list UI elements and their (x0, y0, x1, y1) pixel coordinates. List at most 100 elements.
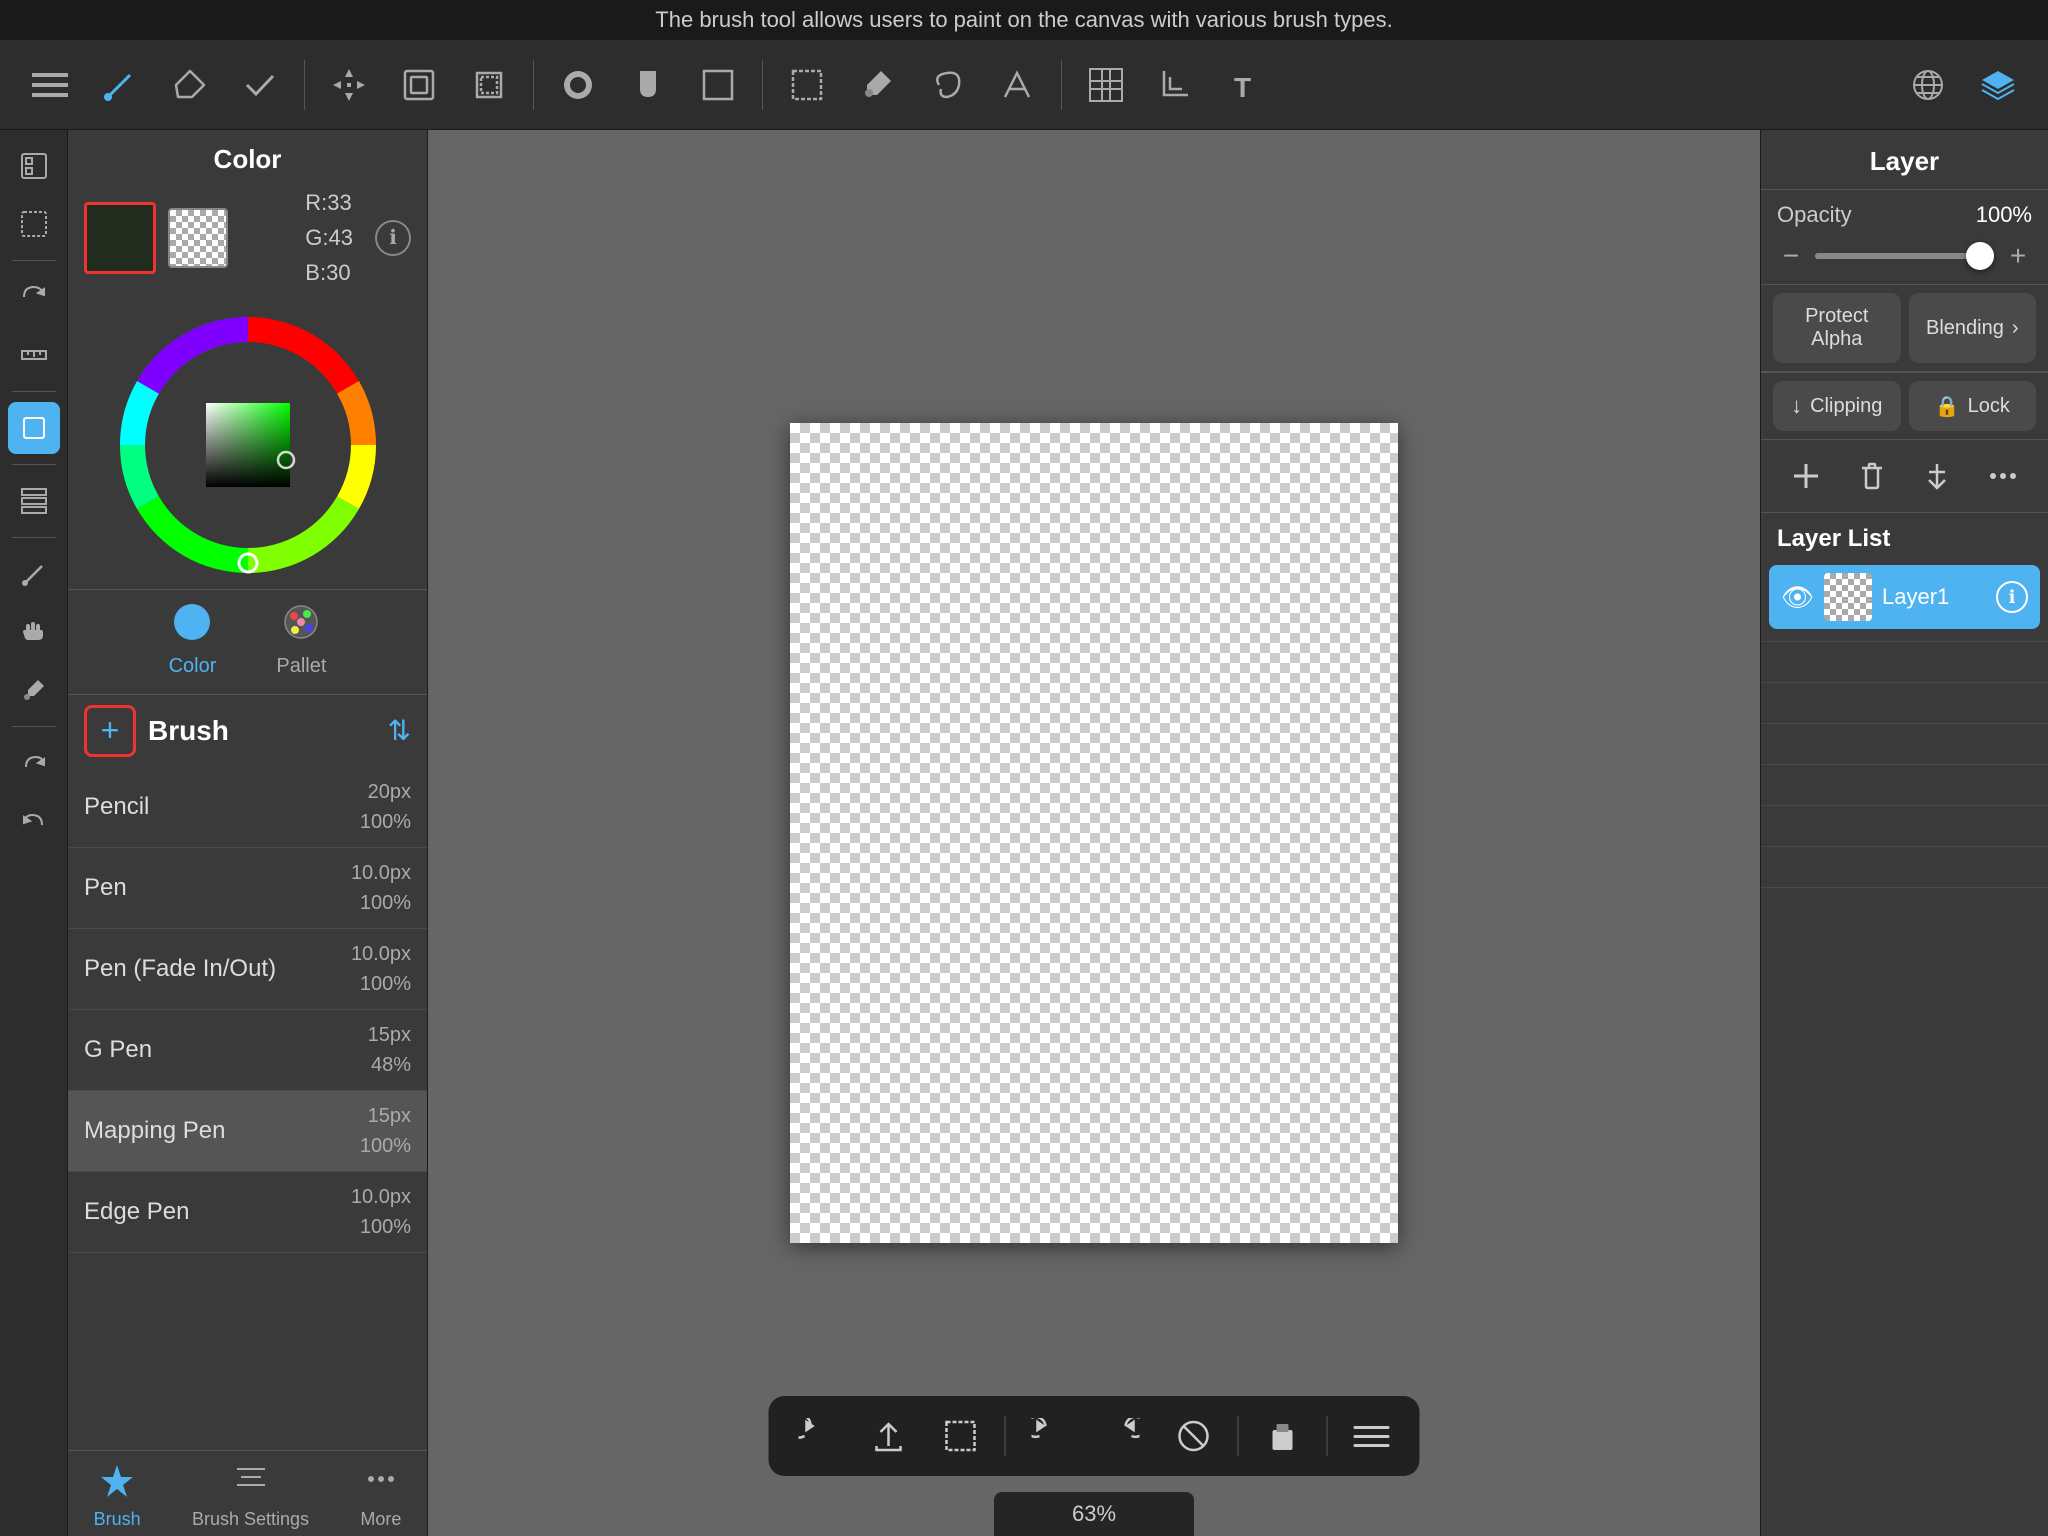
merge-layer-button[interactable] (1911, 450, 1963, 502)
color-wheel[interactable] (108, 305, 388, 585)
bottom-tab-bar: Brush Brush Settings More (68, 1450, 427, 1536)
add-brush-button[interactable]: + (84, 705, 136, 757)
more-tab[interactable]: More (360, 1461, 401, 1530)
eyedropper-icon[interactable] (847, 55, 907, 115)
layer-info-button[interactable]: ℹ (1996, 581, 2028, 613)
menu-canvas-icon[interactable] (1344, 1408, 1400, 1464)
undo-left-icon[interactable] (8, 795, 60, 847)
rotate-icon[interactable] (8, 271, 60, 323)
brush-item-pen-fade[interactable]: Pen (Fade In/Out) 10.0px 100% (68, 929, 427, 1010)
menu-icon[interactable] (20, 55, 80, 115)
brush-tab-label: Brush (94, 1509, 141, 1530)
palette-icon (281, 602, 321, 651)
tooltip-text: The brush tool allows users to paint on … (655, 7, 1392, 33)
blending-button[interactable]: Blending › (1909, 293, 2037, 363)
redo-left-icon[interactable] (8, 737, 60, 789)
opacity-thumb[interactable] (1966, 242, 1994, 270)
brush-item-edge[interactable]: Edge Pen 10.0px 100% (68, 1172, 427, 1253)
fill-tool-icon2[interactable] (548, 55, 608, 115)
clipping-label: Clipping (1810, 395, 1882, 418)
brush-item-pen[interactable]: Pen 10.0px 100% (68, 848, 427, 929)
color-info-button[interactable]: ℹ (375, 220, 411, 256)
layer-small-icon[interactable] (8, 140, 60, 192)
layer-actions (1761, 440, 2048, 513)
selection-canvas-icon[interactable] (933, 1408, 989, 1464)
canvas-rotate-icon[interactable] (789, 1408, 845, 1464)
b-value: B:30 (305, 255, 353, 290)
web-icon[interactable] (1898, 55, 1958, 115)
clipping-button[interactable]: ↓ Clipping (1773, 381, 1901, 431)
shape-icon[interactable] (688, 55, 748, 115)
layers-left-icon[interactable] (8, 475, 60, 527)
r-value: R:33 (305, 185, 353, 220)
secondary-color-swatch[interactable] (168, 208, 228, 268)
layer-panel-title: Layer (1761, 130, 2048, 190)
opacity-slider[interactable] (1815, 253, 1994, 259)
brush-stats-pen: 10.0px 100% (351, 858, 411, 918)
text-tool-icon[interactable]: T (1216, 55, 1276, 115)
brush-bottom-tab[interactable]: Brush (94, 1461, 141, 1530)
color-section: Color R:33 G:43 B:30 ℹ (68, 130, 427, 694)
transform-icon[interactable] (389, 55, 449, 115)
color-rgb-values: R:33 G:43 B:30 (305, 185, 353, 291)
lock-label: Lock (1968, 395, 2010, 418)
brush-item-pencil[interactable]: Pencil 20px 100% (68, 767, 427, 848)
layer-visibility-icon[interactable]: 👁 (1781, 582, 1814, 613)
divider3 (12, 464, 56, 465)
more-layer-options[interactable] (1977, 450, 2029, 502)
eraser-icon[interactable] (160, 55, 220, 115)
color-tab[interactable]: Color (169, 602, 217, 678)
primary-color-swatch[interactable] (84, 202, 156, 274)
paste-canvas-icon[interactable] (1255, 1408, 1311, 1464)
canvas-area[interactable]: 63% (428, 130, 1760, 1536)
bottom-toolbar-divider3 (1327, 1416, 1328, 1456)
color-wheel-container[interactable] (68, 301, 427, 589)
grid-tool-icon[interactable] (1076, 55, 1136, 115)
selection-small-icon[interactable] (8, 198, 60, 250)
canvas-small-icon[interactable] (8, 402, 60, 454)
protect-alpha-button[interactable]: Protect Alpha (1773, 293, 1901, 363)
zoom-indicator: 63% (994, 1492, 1194, 1536)
ruler-icon[interactable] (8, 329, 60, 381)
checkmark-icon[interactable] (230, 55, 290, 115)
eyedropper-left-icon[interactable] (8, 664, 60, 716)
brush-item-mapping[interactable]: Mapping Pen 15px 100% (68, 1091, 427, 1172)
brush-left-icon[interactable] (8, 548, 60, 600)
brush-item-gpen[interactable]: G Pen 15px 48% (68, 1010, 427, 1091)
crop-tool-icon[interactable] (1146, 55, 1206, 115)
brush-sort-icon[interactable]: ⇅ (388, 714, 411, 747)
brush-section: + Brush ⇅ Pencil 20px 100% Pen 10.0px 10… (68, 694, 427, 1450)
layer-secondary-buttons: ↓ Clipping 🔒 Lock (1761, 372, 2048, 440)
add-layer-button[interactable] (1780, 450, 1832, 502)
undo-canvas-icon[interactable] (1022, 1408, 1078, 1464)
layer-list-title: Layer List (1761, 513, 2048, 561)
opacity-plus-button[interactable]: + (2004, 240, 2032, 272)
opacity-minus-button[interactable]: − (1777, 240, 1805, 272)
bucket-icon[interactable] (618, 55, 678, 115)
hand-icon[interactable] (8, 606, 60, 658)
selection-rect-icon[interactable] (777, 55, 837, 115)
brush-settings-tab[interactable]: Brush Settings (192, 1461, 309, 1530)
lock-button[interactable]: 🔒 Lock (1909, 381, 2037, 431)
brush-icon[interactable] (90, 55, 150, 115)
pallet-tab[interactable]: Pallet (276, 602, 326, 678)
pen-path-icon[interactable] (987, 55, 1047, 115)
blending-label: Blending (1926, 317, 2004, 340)
canvas-surface[interactable] (790, 423, 1398, 1243)
layers-main-icon[interactable] (1968, 55, 2028, 115)
no-tool-icon[interactable] (1166, 1408, 1222, 1464)
free-transform-icon[interactable] (459, 55, 519, 115)
brush-stats-pencil: 20px 100% (360, 777, 411, 837)
layer-item-1[interactable]: 👁 Layer1 ℹ (1769, 565, 2040, 629)
brush-name-pen-fade: Pen (Fade In/Out) (84, 955, 276, 983)
pallet-tab-label: Pallet (276, 655, 326, 678)
delete-layer-button[interactable] (1846, 450, 1898, 502)
move-tool-icon[interactable] (319, 55, 379, 115)
brush-settings-tab-label: Brush Settings (192, 1509, 309, 1530)
redo-canvas-icon[interactable] (1094, 1408, 1150, 1464)
lasso-icon[interactable] (917, 55, 977, 115)
brush-stats-edge: 10.0px 100% (351, 1182, 411, 1242)
bottom-toolbar-divider2 (1238, 1416, 1239, 1456)
upload-icon[interactable] (861, 1408, 917, 1464)
opacity-row: Opacity 100% (1761, 190, 2048, 240)
